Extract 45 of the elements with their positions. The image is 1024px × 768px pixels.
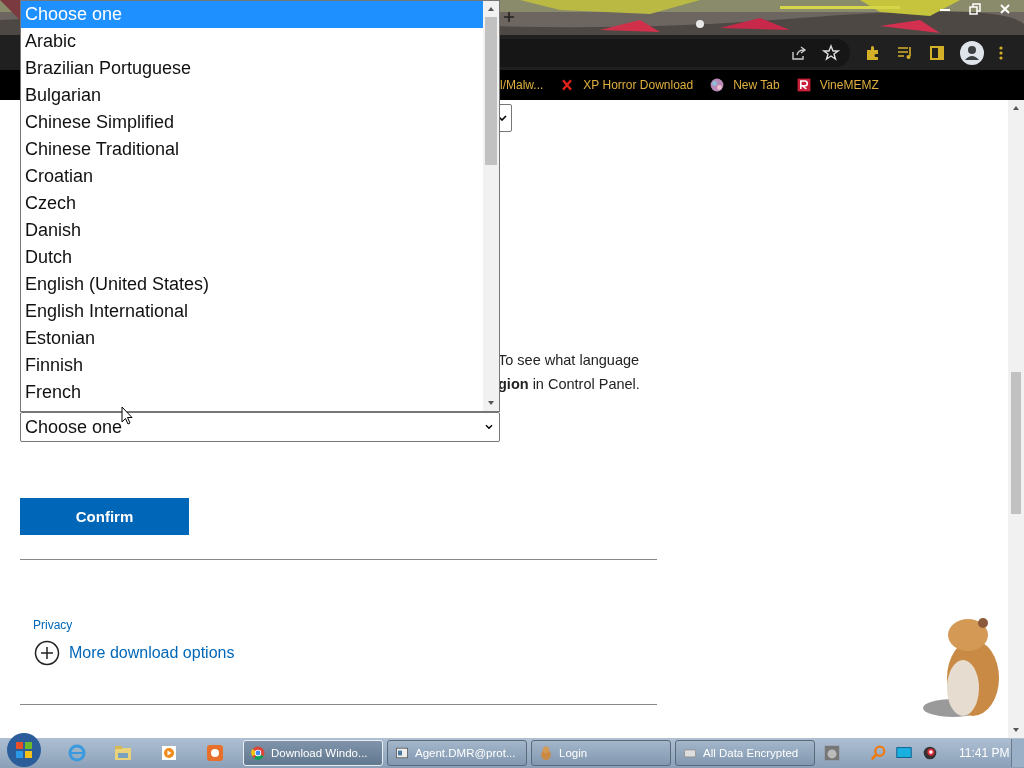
chevron-icon [497,115,507,121]
r-logo-icon [795,77,812,93]
more-options-link[interactable]: More download options [69,644,235,662]
profile-icon[interactable] [960,40,984,65]
taskbar-button[interactable]: Download Windo... [243,740,383,766]
privacy-link[interactable]: Privacy [33,618,1008,632]
browser-icon [250,745,266,761]
side-panel-icon[interactable] [928,43,946,62]
clock: 11:41 PM [959,746,1010,760]
dropdown-option[interactable]: Brazilian Portuguese [21,55,483,82]
dropdown-option[interactable]: English (United States) [21,271,483,298]
app-icon[interactable] [205,743,225,763]
dropdown-option[interactable]: Dutch [21,244,483,271]
restore-icon[interactable] [968,2,982,16]
start-button[interactable] [6,732,42,768]
language-select[interactable]: Choose one [20,412,500,442]
paragraph-text: gion in Control Panel. [498,375,641,394]
plus-icon[interactable] [34,640,60,666]
speaker-icon[interactable] [921,744,939,762]
bookmark[interactable]: VineMEMZ [795,77,879,93]
dropdown-option[interactable]: Estonian [21,325,483,352]
scroll-thumb[interactable] [1011,372,1021,514]
dropdown-option[interactable]: Chinese Simplified [21,109,483,136]
globe-icon [709,77,726,93]
dropdown-option[interactable]: Croatian [21,163,483,190]
dropdown-option[interactable]: Danish [21,217,483,244]
dropdown-option[interactable]: Chinese Traditional [21,136,483,163]
bookmark[interactable]: XP Horror Download [559,77,694,93]
confirm-button[interactable]: Confirm [20,498,189,535]
star-icon[interactable] [822,43,840,62]
close-icon[interactable] [998,2,1012,16]
scroll-thumb[interactable] [485,17,497,165]
dropdown-option[interactable]: English International [21,298,483,325]
scrollbar[interactable] [483,1,499,411]
dropdown-option[interactable]: French [21,379,483,406]
dropdown-option[interactable]: Bulgarian [21,82,483,109]
bookmark[interactable]: l/Malw... [500,78,544,92]
dropdown-option[interactable]: Czech [21,190,483,217]
dropdown-option[interactable]: Finnish [21,352,483,379]
mail-icon [394,745,410,761]
scrollbar[interactable] [1008,100,1024,738]
paragraph-text: To see what language [498,351,641,370]
bookmark[interactable]: New Tab [709,77,780,93]
dropdown-option[interactable]: Arabic [21,28,483,55]
new-tab-icon[interactable] [503,11,515,23]
